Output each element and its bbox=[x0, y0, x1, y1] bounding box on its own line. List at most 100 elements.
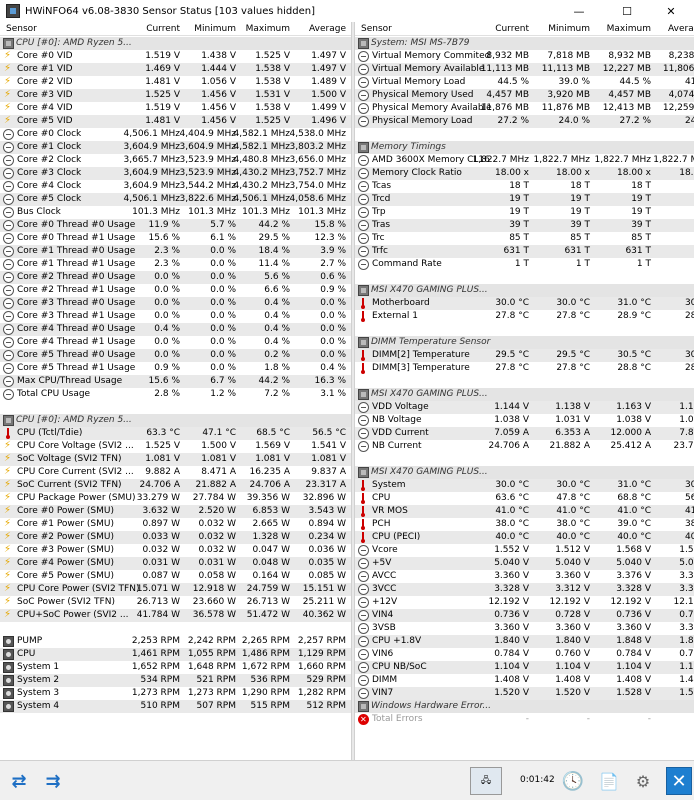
sensor-row[interactable]: VR MOS41.0 °C41.0 °C41.0 °C41.0 bbox=[355, 505, 694, 518]
sensor-row[interactable]: Core #5 VID1.481 V1.456 V1.525 V1.496 V bbox=[0, 115, 351, 128]
clock-icon[interactable]: 🕓 bbox=[558, 767, 588, 795]
sensor-row[interactable]: Core #0 Thread #1 Usage 15.6 % 6.1 % 29.5 %… bbox=[0, 232, 351, 245]
column-header[interactable]: Sensor CurrentMinimumMaximumAverage bbox=[355, 22, 694, 36]
sensor-row[interactable]: SoC Power (SVI2 TFN)26.713 W23.660 W26.7… bbox=[0, 596, 351, 609]
sensor-row[interactable]: Virtual Memory Load44.5 %39.0 %44.5 %41.… bbox=[355, 76, 694, 89]
sensor-group-header[interactable]: Memory Timings bbox=[355, 141, 694, 154]
sensor-row[interactable]: CPU+SoC Power (SVI2 ...41.784 W36.578 W5… bbox=[0, 609, 351, 622]
sensor-row[interactable]: Core #4 VID1.519 V1.456 V1.538 V1.499 V bbox=[0, 102, 351, 115]
column-current[interactable]: Current bbox=[120, 24, 180, 34]
sensor-row[interactable]: Core #1 Thread #1 Usage 2.3 % 0.0 % 11.4 % 2… bbox=[0, 258, 351, 271]
column-sensor[interactable]: Sensor bbox=[6, 24, 37, 34]
sensor-row[interactable]: Physical Memory Used 4,457 MB 3,920 MB 4,45… bbox=[355, 89, 694, 102]
sensor-group-header[interactable]: MSI X470 GAMING PLUS... bbox=[355, 284, 694, 297]
sensor-row[interactable]: Core #0 Power (SMU)3.632 W2.520 W6.853 W… bbox=[0, 505, 351, 518]
sensor-row[interactable]: Core #3 Thread #0 Usage 0.0 % 0.0 % 0.4 % 0.… bbox=[0, 297, 351, 310]
sensor-pane-right[interactable]: Sensor CurrentMinimumMaximumAverage System… bbox=[355, 22, 694, 760]
column-sensor[interactable]: Sensor bbox=[361, 24, 392, 34]
sensor-row[interactable]: CPU Core Current (SVI2 ...9.882 A8.471 A… bbox=[0, 466, 351, 479]
network-icon[interactable]: 🖧 bbox=[470, 767, 502, 795]
sensor-row[interactable]: Tras 39 T 39 T 39 T bbox=[355, 219, 694, 232]
minimize-button[interactable]: — bbox=[556, 0, 602, 22]
sensor-row[interactable]: Core #5 Thread #0 Usage 0.0 % 0.0 % 0.2 % 0.… bbox=[0, 349, 351, 362]
sensor-row[interactable]: NB Voltage1.038 V1.031 V1.038 V1.036 bbox=[355, 414, 694, 427]
sensor-row[interactable]: Trcd 19 T 19 T 19 T bbox=[355, 193, 694, 206]
sensor-row[interactable]: External 127.8 °C27.8 °C28.9 °C28.2 bbox=[355, 310, 694, 323]
sensor-row[interactable]: DIMM[2] Temperature 29.5 °C 29.5 °C 30.5 °C… bbox=[355, 349, 694, 362]
sensor-row[interactable]: SoC Current (SVI2 TFN)24.706 A21.882 A24… bbox=[0, 479, 351, 492]
sensor-group-header[interactable]: CPU [#0]: AMD Ryzen 5... bbox=[0, 37, 351, 50]
sensor-row[interactable]: CPU (PECI)40.0 °C40.0 °C40.0 °C40.0 bbox=[355, 531, 694, 544]
sensor-row[interactable]: Core #2 Thread #0 Usage 0.0 % 0.0 % 5.6 % 0.… bbox=[0, 271, 351, 284]
sensor-row[interactable]: Physical Memory Available 11,876 MB 11,876… bbox=[355, 102, 694, 115]
sensor-row[interactable]: Vcore1.552 V1.512 V1.568 V1.550 bbox=[355, 544, 694, 557]
sensor-row[interactable]: SoC Voltage (SVI2 TFN)1.081 V1.081 V1.08… bbox=[0, 453, 351, 466]
close-window-button[interactable]: ✕ bbox=[648, 0, 694, 22]
sensor-row[interactable]: CPU NB/SoC1.104 V1.104 V1.104 V1.104 bbox=[355, 661, 694, 674]
sensor-row[interactable]: PCH38.0 °C38.0 °C39.0 °C38.3 bbox=[355, 518, 694, 531]
sensor-row[interactable]: Core #1 Clock 3,604.9 MHz 3,604.9 MHz 4,582… bbox=[0, 141, 351, 154]
sensor-row[interactable]: Core #0 VID1.519 V1.438 V1.525 V1.497 V bbox=[0, 50, 351, 63]
sensor-row[interactable]: DIMM1.408 V1.408 V1.408 V1.408 bbox=[355, 674, 694, 687]
sensor-group-header[interactable]: MSI X470 GAMING PLUS... bbox=[355, 466, 694, 479]
sensor-row[interactable]: 3VSB3.360 V3.360 V3.360 V3.360 bbox=[355, 622, 694, 635]
pane-splitter[interactable] bbox=[351, 22, 355, 760]
sensor-row[interactable]: 3VCC3.328 V3.312 V3.328 V3.327 bbox=[355, 583, 694, 596]
sensor-row[interactable]: AVCC3.360 V3.360 V3.376 V3.362 bbox=[355, 570, 694, 583]
sensor-row[interactable]: Core #1 Power (SMU)0.897 W0.032 W2.665 W… bbox=[0, 518, 351, 531]
log-add-icon[interactable]: 📄 bbox=[594, 767, 624, 795]
sensor-row[interactable]: Core #5 Clock 4,506.1 MHz 3,822.6 MHz 4,506… bbox=[0, 193, 351, 206]
sensor-row[interactable]: System 2 534 RPM 521 RPM 536 RPM 529 RPM bbox=[0, 674, 351, 687]
sensor-pane-left[interactable]: Sensor Current Minimum Maximum Average CPU [#… bbox=[0, 22, 351, 760]
sensor-row[interactable]: Motherboard30.0 °C30.0 °C31.0 °C30.5 bbox=[355, 297, 694, 310]
sensor-row[interactable]: Core #2 VID1.481 V1.056 V1.538 V1.489 V bbox=[0, 76, 351, 89]
column-current[interactable]: Current bbox=[469, 24, 529, 34]
sensor-row[interactable]: System 4 510 RPM 507 RPM 515 RPM 512 RPM bbox=[0, 700, 351, 713]
settings-gear-icon[interactable]: ⚙ bbox=[628, 767, 658, 795]
sensor-row[interactable]: Core #1 VID1.469 V1.444 V1.538 V1.497 V bbox=[0, 63, 351, 76]
sensor-group-header[interactable]: System: MSI MS-7B79 bbox=[355, 37, 694, 50]
sensor-row[interactable]: Core #3 Power (SMU)0.032 W0.032 W0.047 W… bbox=[0, 544, 351, 557]
sensor-row[interactable]: Virtual Memory Available 11,113 MB 11,113 … bbox=[355, 63, 694, 76]
sensor-row[interactable]: NB Current24.706 A21.882 A25.412 A23.750 bbox=[355, 440, 694, 453]
sensor-row[interactable]: System 1 1,652 RPM 1,648 RPM 1,672 RPM 1,660… bbox=[0, 661, 351, 674]
sensor-row[interactable]: Core #2 Clock 3,665.7 MHz 3,523.9 MHz 4,480… bbox=[0, 154, 351, 167]
column-average[interactable]: Average bbox=[286, 24, 346, 34]
sensor-row[interactable]: CPU Package Power (SMU)33.279 W27.784 W3… bbox=[0, 492, 351, 505]
sensor-row[interactable]: +5V5.040 V5.040 V5.040 V5.040 bbox=[355, 557, 694, 570]
sensor-row[interactable]: Trp 19 T 19 T 19 T bbox=[355, 206, 694, 219]
sensor-group-header[interactable]: Windows Hardware Error... bbox=[355, 700, 694, 713]
sensor-row[interactable]: Core #4 Thread #0 Usage 0.4 % 0.0 % 0.4 % 0.… bbox=[0, 323, 351, 336]
sensor-row[interactable]: Physical Memory Load 27.2 % 24.0 % 27.2 % 24… bbox=[355, 115, 694, 128]
column-average[interactable]: Average bbox=[645, 24, 694, 34]
column-minimum[interactable]: Minimum bbox=[530, 24, 590, 34]
sensor-row[interactable]: Trc 85 T 85 T 85 T bbox=[355, 232, 694, 245]
sensor-row[interactable]: Bus Clock 101.3 MHz 101.3 MHz 101.3 MHz 101.… bbox=[0, 206, 351, 219]
sensor-row[interactable]: Core #5 Thread #1 Usage 0.9 % 0.0 % 1.8 % 0.… bbox=[0, 362, 351, 375]
sensor-row[interactable]: Virtual Memory Commited 8,932 MB 7,818 MB 8… bbox=[355, 50, 694, 63]
sensor-row[interactable]: CPU (Tctl/Tdie) 63.3 °C 47.1 °C 68.5 °C 56.5… bbox=[0, 427, 351, 440]
sensor-row[interactable]: Core #4 Thread #1 Usage 0.0 % 0.0 % 0.4 % 0.… bbox=[0, 336, 351, 349]
sensor-row[interactable]: System30.0 °C30.0 °C31.0 °C30.2 bbox=[355, 479, 694, 492]
sensor-row[interactable]: CPU 1,461 RPM 1,055 RPM 1,486 RPM 1,129 RPM bbox=[0, 648, 351, 661]
sensor-row[interactable]: Core #3 Thread #1 Usage 0.0 % 0.0 % 0.4 % 0.… bbox=[0, 310, 351, 323]
column-maximum[interactable]: Maximum bbox=[230, 24, 290, 34]
sensor-row[interactable]: CPU +1.8V1.840 V1.840 V1.848 V1.842 bbox=[355, 635, 694, 648]
sensor-group-header[interactable]: DIMM Temperature Sensor bbox=[355, 336, 694, 349]
sensor-row[interactable]: Trfc 631 T 631 T 631 T bbox=[355, 245, 694, 258]
sensor-row[interactable]: +12V12.192 V12.192 V12.192 V12.192 bbox=[355, 596, 694, 609]
sensor-row[interactable]: DIMM[3] Temperature 27.8 °C 27.8 °C 28.8 °C… bbox=[355, 362, 694, 375]
column-header[interactable]: Sensor CurrentMinimumMaximumAverage bbox=[0, 22, 351, 36]
sensor-row[interactable]: Memory Clock Ratio 18.00 x 18.00 x 18.00 x1… bbox=[355, 167, 694, 180]
sensor-row[interactable]: Core #4 Power (SMU)0.031 W0.031 W0.048 W… bbox=[0, 557, 351, 570]
sensor-row[interactable]: Core #2 Power (SMU)0.033 W0.032 W1.328 W… bbox=[0, 531, 351, 544]
sensor-row[interactable]: VDD Voltage1.144 V1.138 V1.163 V1.150 bbox=[355, 401, 694, 414]
sensor-group-header[interactable]: CPU [#0]: AMD Ryzen 5... bbox=[0, 414, 351, 427]
sensor-row[interactable]: Core #1 Thread #0 Usage 2.3 % 0.0 % 18.4 % 3… bbox=[0, 245, 351, 258]
sensor-row[interactable]: VIN71.520 V1.520 V1.528 V1.521 bbox=[355, 687, 694, 700]
column-minimum[interactable]: Minimum bbox=[176, 24, 236, 34]
maximize-button[interactable]: ☐ bbox=[604, 0, 650, 22]
sensor-row[interactable]: System 3 1,273 RPM 1,273 RPM 1,290 RPM 1,282… bbox=[0, 687, 351, 700]
sensor-row[interactable]: VIN60.784 V0.760 V0.784 V0.773 bbox=[355, 648, 694, 661]
sensor-row[interactable]: Core #0 Thread #0 Usage 11.9 % 5.7 % 44.2 %… bbox=[0, 219, 351, 232]
